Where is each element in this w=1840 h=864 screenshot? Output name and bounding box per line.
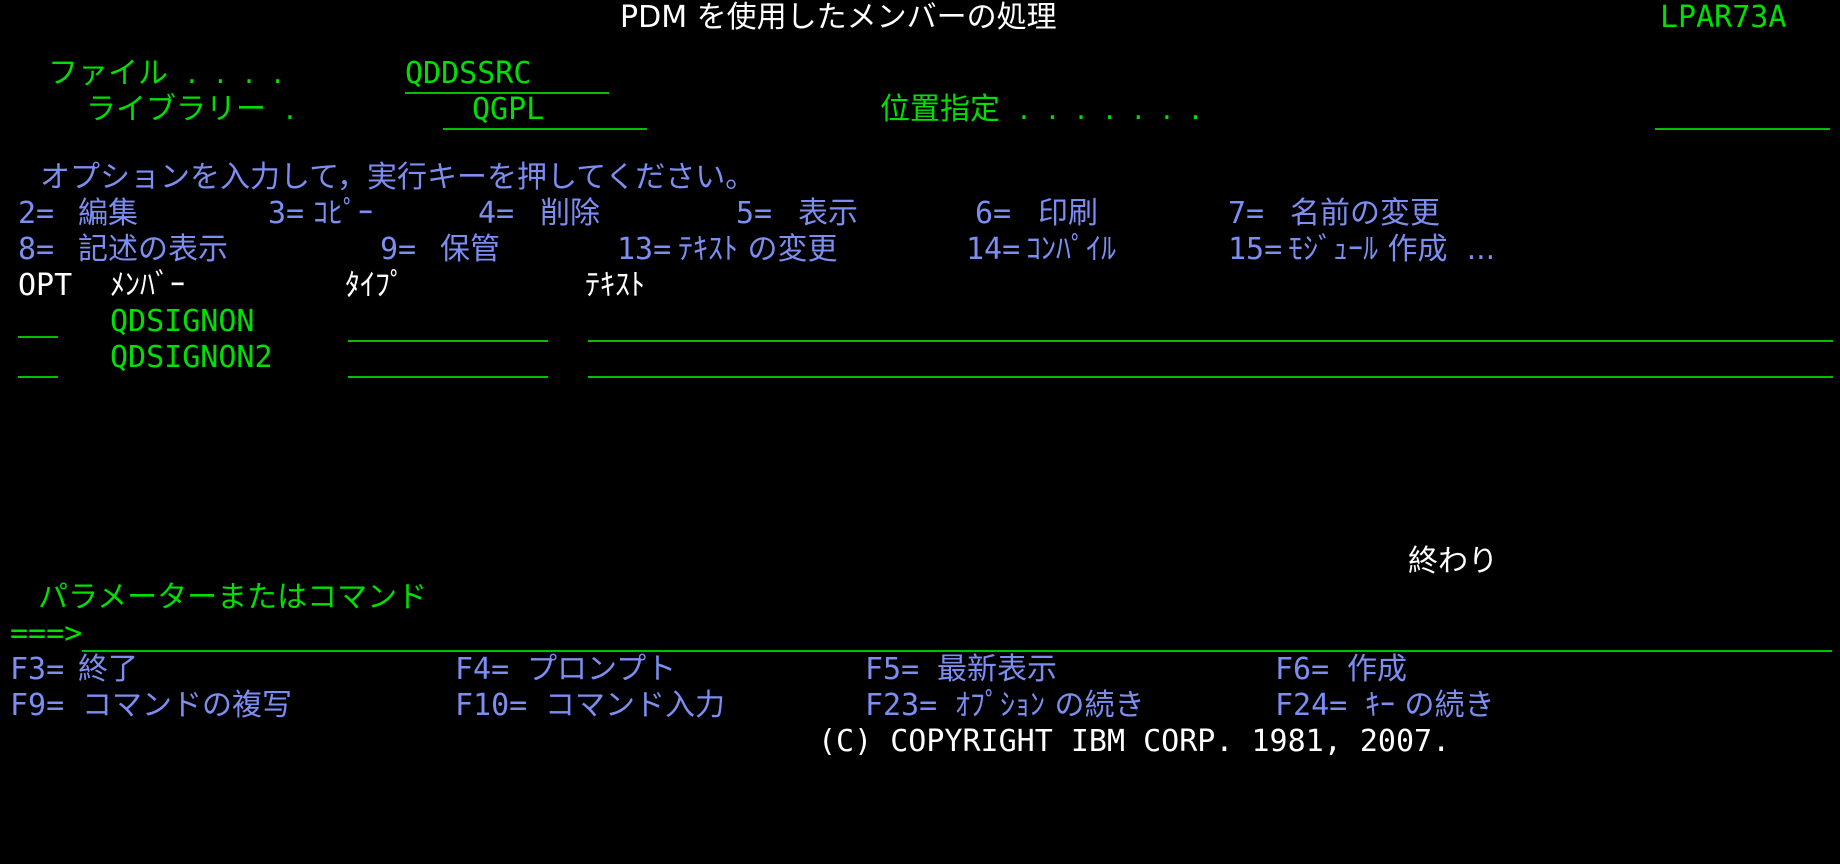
option-7-code: 7= xyxy=(1228,196,1265,231)
page-title: PDM を使用したメンバーの処理 xyxy=(620,0,1057,35)
fkey-f4-label[interactable]: プロンプト xyxy=(527,652,676,688)
command-label-row: パラメーターまたはコマンド xyxy=(0,580,1840,616)
column-header-text: ﾃｷｽﾄ xyxy=(585,268,645,303)
fkey-f23-label[interactable]: ｵﾌﾟｼｮﾝ の続き xyxy=(955,688,1145,724)
fkey-f10[interactable]: F10= xyxy=(455,688,527,724)
option-3-code: 3= xyxy=(268,196,305,231)
option-15-code: 15= xyxy=(1228,232,1283,267)
column-header-member: ﾒﾝﾊﾞｰ xyxy=(110,268,185,303)
opt-field-underline-1 xyxy=(18,336,58,338)
fkey-f23[interactable]: F23= xyxy=(865,688,937,724)
opt-field-underline-2 xyxy=(18,376,58,378)
fkey-f24[interactable]: F24= xyxy=(1275,688,1347,724)
option-2-label: 編集 xyxy=(78,196,138,231)
option-13-code: 13= xyxy=(617,232,672,267)
end-marker-row: 終わり xyxy=(0,544,1840,580)
fkey-f5-label[interactable]: 最新表示 xyxy=(937,652,1057,688)
library-row: ライブラリー . QGPL 位置指定 . . . . . . . xyxy=(0,92,1840,128)
option-14-code: 14= xyxy=(966,232,1021,267)
option-7-label: 名前の変更 xyxy=(1290,196,1440,231)
column-headers-row: OPT ﾒﾝﾊﾞｰ ﾀｲﾌﾟ ﾃｷｽﾄ xyxy=(0,268,1840,304)
option-8-code: 8= xyxy=(18,232,55,267)
fkey-f3[interactable]: F3= xyxy=(10,652,64,688)
copyright-row: (C) COPYRIGHT IBM CORP. 1981, 2007. xyxy=(0,724,1840,760)
position-field-underline xyxy=(1655,128,1830,130)
table-row[interactable]: QDSIGNON2 xyxy=(0,340,1840,376)
option-8-label: 記述の表示 xyxy=(78,232,228,267)
column-header-opt: OPT xyxy=(18,268,73,303)
option-9-label: 保管 xyxy=(440,232,500,267)
fkey-f6-label[interactable]: 作成 xyxy=(1347,652,1407,688)
fkey-f4[interactable]: F4= xyxy=(455,652,509,688)
fkey-f6[interactable]: F6= xyxy=(1275,652,1329,688)
fkey-f9-label[interactable]: コマンドの複写 xyxy=(82,688,292,724)
option-5-label: 表示 xyxy=(798,196,858,231)
command-input-row[interactable]: ===> xyxy=(0,616,1840,652)
option-6-code: 6= xyxy=(975,196,1012,231)
option-6-label: 印刷 xyxy=(1038,196,1098,231)
position-label: 位置指定 . . . . . . . xyxy=(880,92,1201,127)
title-row: PDM を使用したメンバーの処理 LPAR73A xyxy=(0,0,1840,36)
option-5-code: 5= xyxy=(736,196,773,231)
command-prompt-arrow: ===> xyxy=(10,616,83,651)
fkey-f5[interactable]: F5= xyxy=(865,652,919,688)
fkey-f3-label[interactable]: 終了 xyxy=(78,652,138,688)
system-name: LPAR73A xyxy=(1660,0,1787,35)
options-row-2: 8= 記述の表示 9= 保管 13= ﾃｷｽﾄ の変更 14= ｺﾝﾊﾟｲﾙ 1… xyxy=(0,232,1840,268)
options-row-1: 2= 編集 3= ｺﾋﾟｰ 4= 削除 5= 表示 6= 印刷 7= 名前の変更 xyxy=(0,196,1840,232)
terminal-screen: PDM を使用したメンバーの処理 LPAR73A ファイル . . . . QD… xyxy=(0,0,1840,864)
row-member-name: QDSIGNON2 xyxy=(110,340,273,375)
library-label: ライブラリー . xyxy=(86,92,295,127)
type-field-underline-2 xyxy=(348,376,548,378)
file-row: ファイル . . . . QDDSSRC xyxy=(0,56,1840,92)
fkey-f9[interactable]: F9= xyxy=(10,688,64,724)
fkey-f24-label[interactable]: ｷｰ の続き xyxy=(1365,688,1495,724)
copyright-text: (C) COPYRIGHT IBM CORP. 1981, 2007. xyxy=(818,724,1451,759)
end-of-list-marker: 終わり xyxy=(1408,544,1498,579)
text-field-underline-2 xyxy=(588,376,1833,378)
file-value[interactable]: QDDSSRC xyxy=(405,56,531,92)
function-keys-row-1: F3= 終了 F4= プロンプト F5= 最新表示 F6= 作成 xyxy=(0,652,1840,688)
option-13-label: ﾃｷｽﾄ の変更 xyxy=(678,232,838,267)
file-label: ファイル . . . . xyxy=(48,56,283,91)
column-header-type: ﾀｲﾌﾟ xyxy=(345,268,405,303)
row-member-name: QDSIGNON xyxy=(110,304,255,339)
fkey-f10-label[interactable]: コマンド入力 xyxy=(545,688,725,724)
option-4-code: 4= xyxy=(478,196,515,231)
instruction-row: オプションを入力して，実行キーを押してください。 xyxy=(0,160,1840,196)
command-area-label: パラメーターまたはコマンド xyxy=(38,580,428,615)
instruction-text: オプションを入力して，実行キーを押してください。 xyxy=(40,160,756,195)
library-field-underline xyxy=(443,128,647,130)
option-14-label: ｺﾝﾊﾟｲﾙ xyxy=(1026,232,1116,267)
table-row[interactable]: QDSIGNON xyxy=(0,304,1840,340)
library-value[interactable]: QGPL xyxy=(472,92,544,128)
option-3-label: ｺﾋﾟｰ xyxy=(313,196,373,231)
option-4-label: 削除 xyxy=(540,196,600,231)
option-15-label: ﾓｼﾞｭｰﾙ 作成 ... xyxy=(1288,232,1496,267)
function-keys-row-2: F9= コマンドの複写 F10= コマンド入力 F23= ｵﾌﾟｼｮﾝ の続き … xyxy=(0,688,1840,724)
option-9-code: 9= xyxy=(380,232,417,267)
option-2-code: 2= xyxy=(18,196,55,231)
